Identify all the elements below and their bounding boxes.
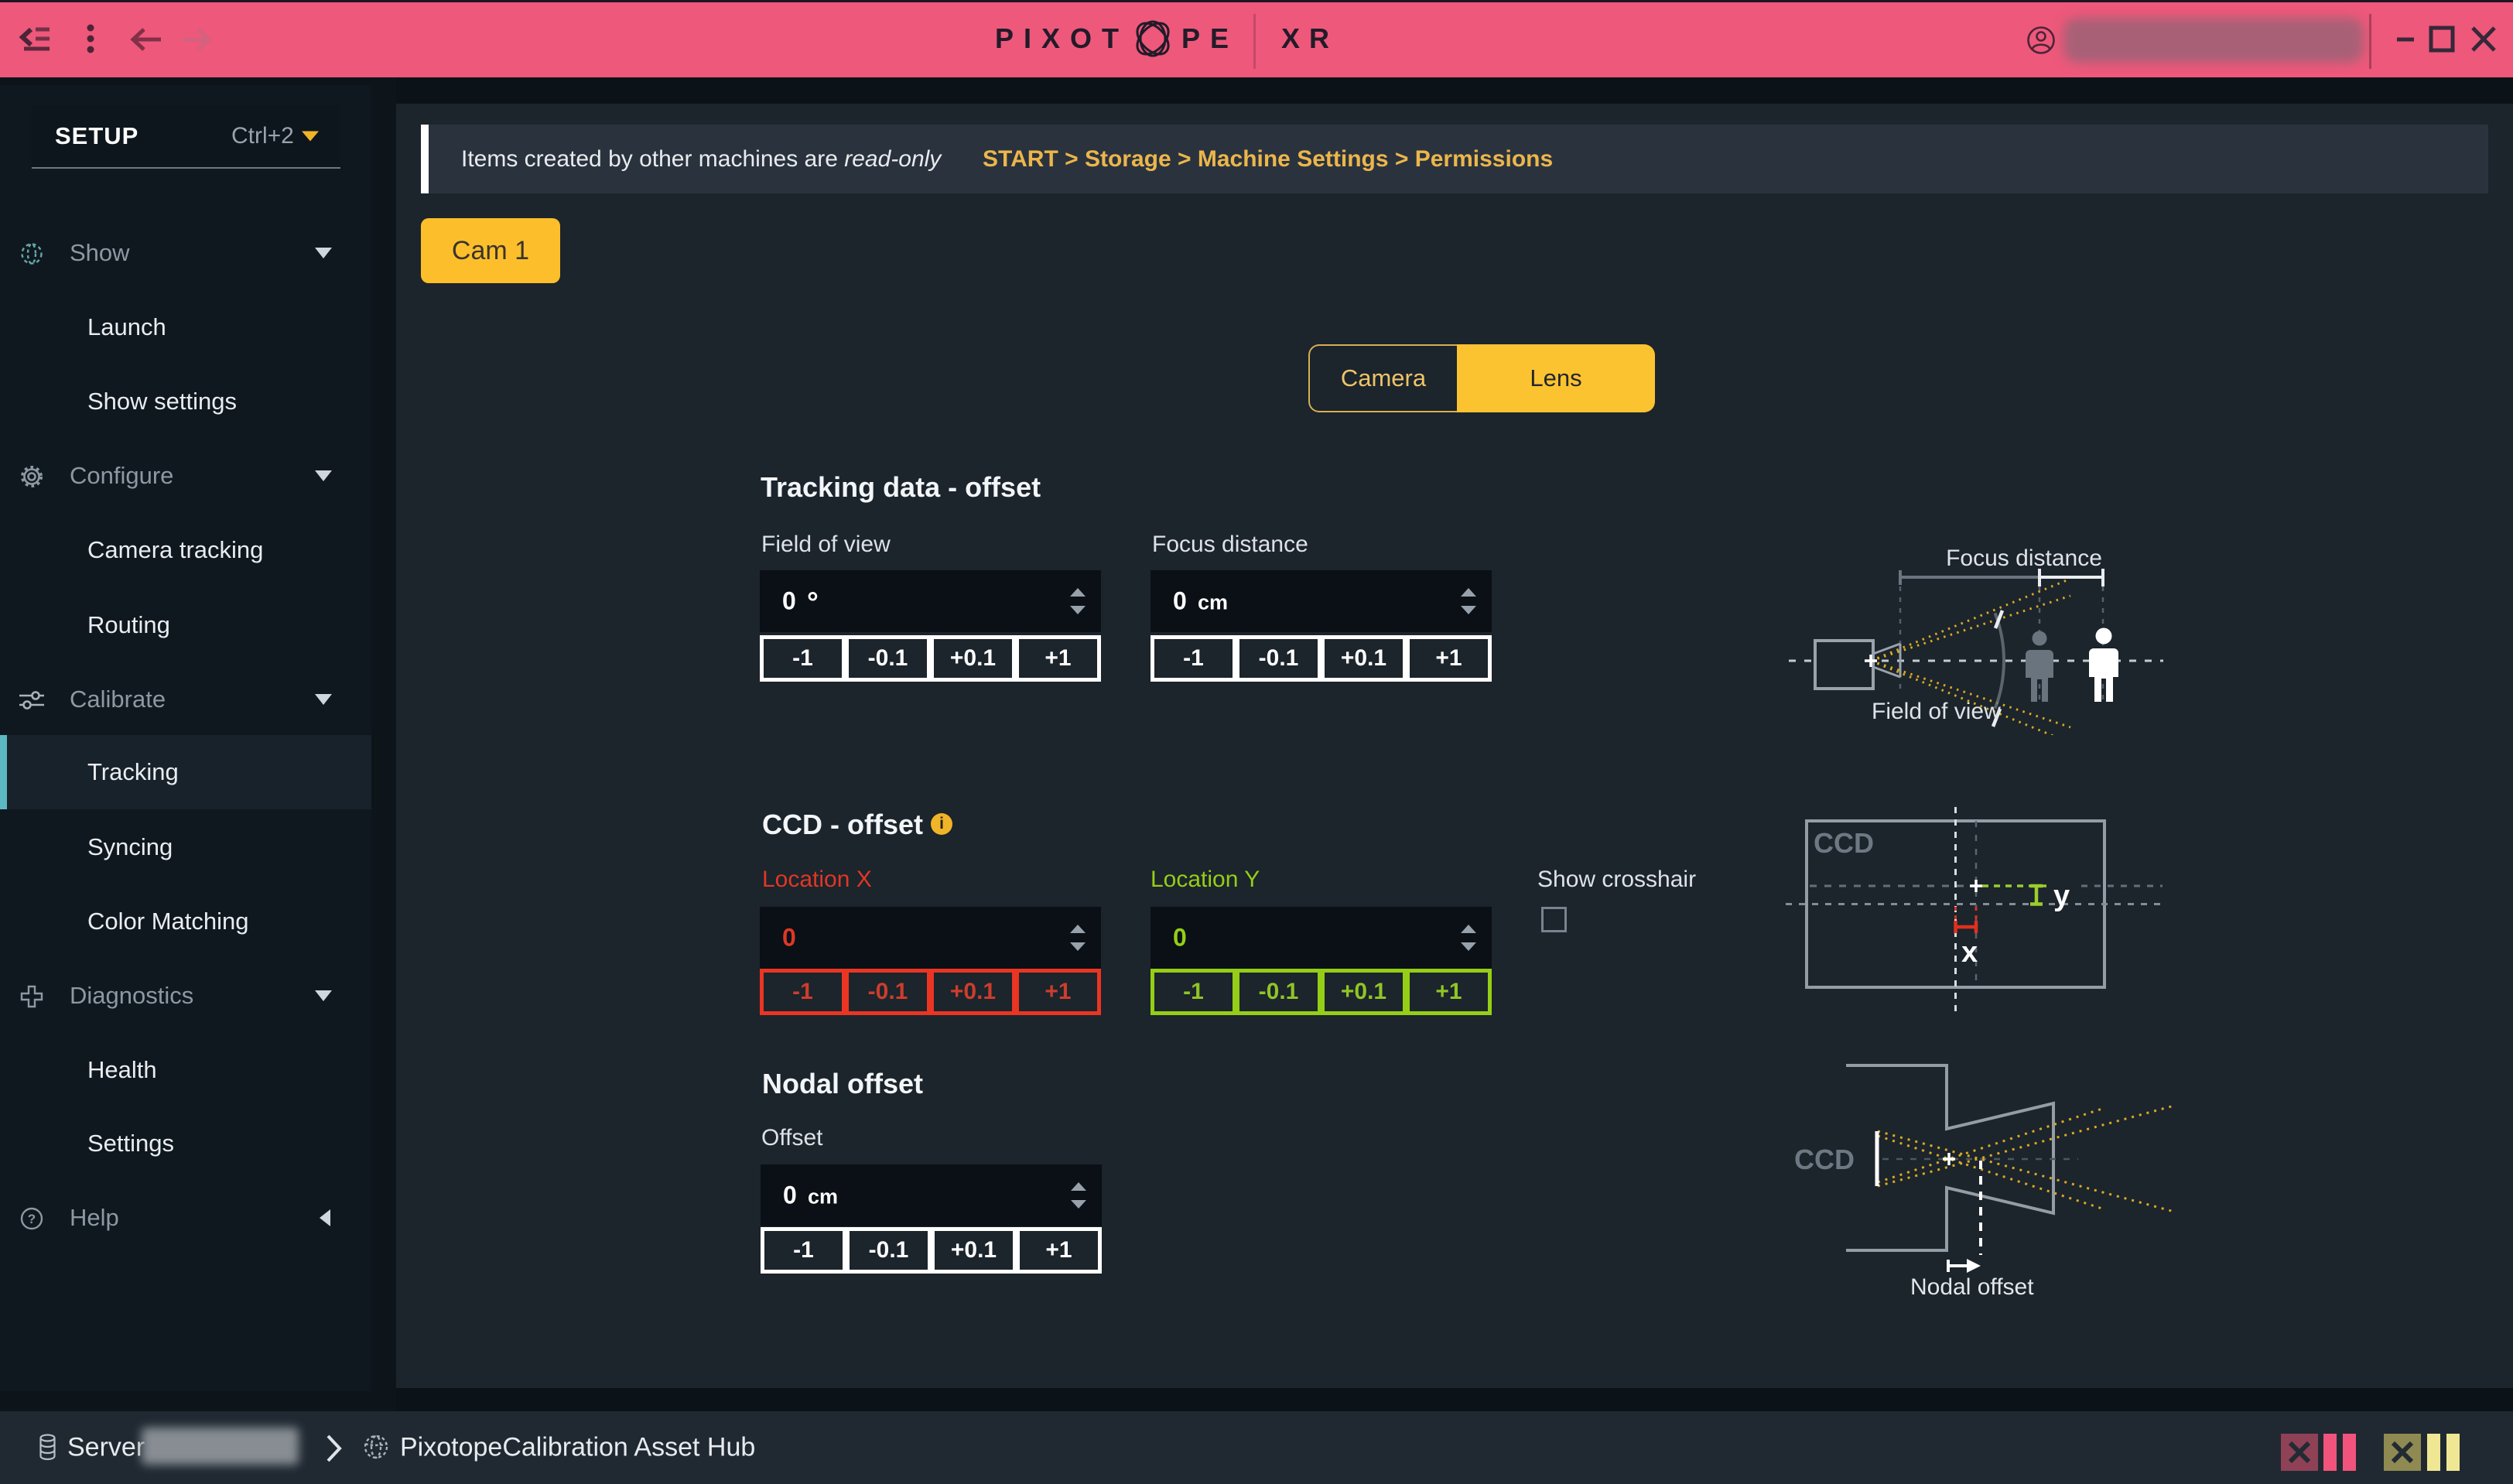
svg-text:Focus distance: Focus distance (1946, 545, 2102, 571)
svg-text:y: y (2053, 880, 2070, 912)
svg-text:CCD: CCD (1794, 1144, 1855, 1175)
svg-text:x: x (1961, 936, 1978, 969)
svg-text:Field of view: Field of view (1872, 699, 2001, 724)
svg-text:CCD: CCD (1814, 827, 1874, 859)
svg-text:Nodal offset: Nodal offset (1910, 1274, 2034, 1300)
